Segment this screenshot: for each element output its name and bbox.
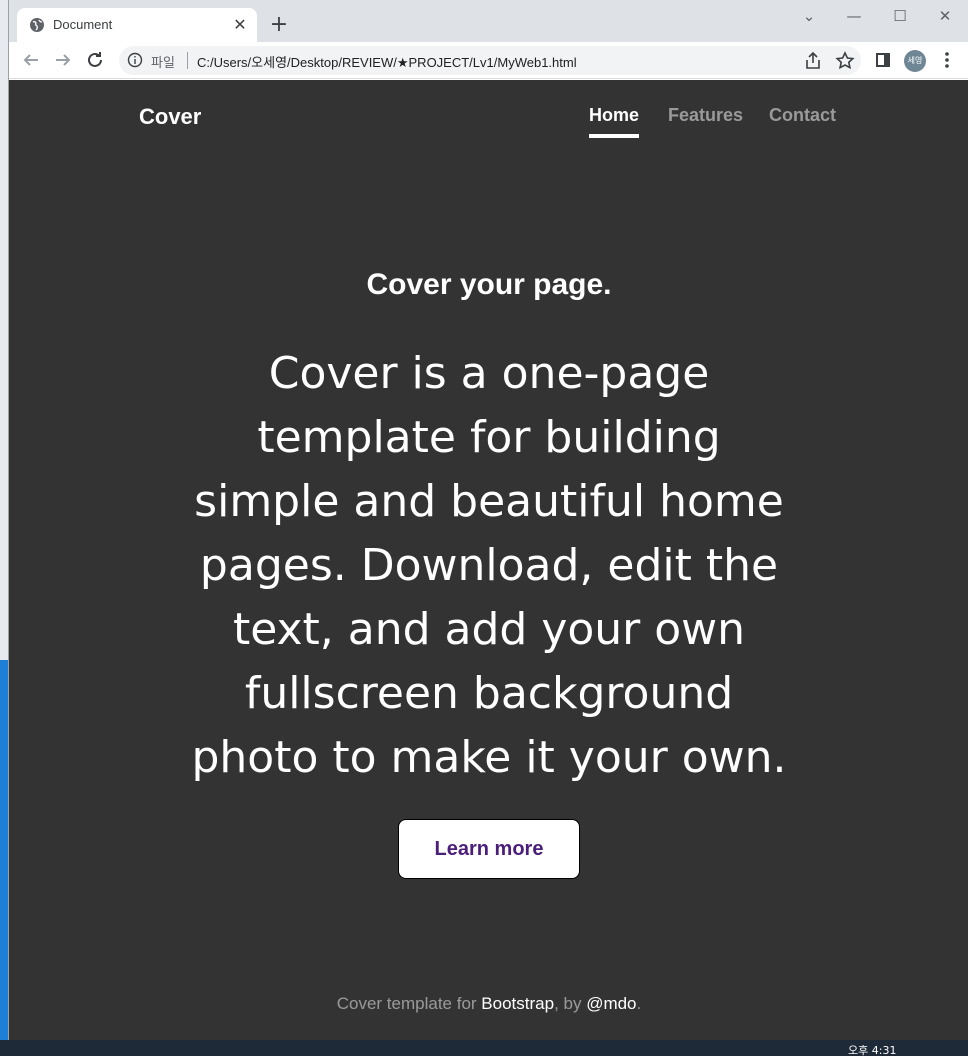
new-tab-button[interactable]: +	[267, 13, 291, 37]
side-panel-icon[interactable]	[871, 48, 895, 72]
back-icon[interactable]	[19, 48, 43, 72]
reload-icon[interactable]	[83, 48, 107, 72]
forward-icon[interactable]	[51, 48, 75, 72]
bootstrap-link[interactable]: Bootstrap	[481, 994, 554, 1013]
desktop-wallpaper	[0, 660, 8, 1040]
windows-taskbar: 오후 4:31	[0, 1040, 968, 1057]
minimize-button[interactable]: —	[834, 4, 874, 28]
browser-toolbar: 파일 C:/Users/오세영/Desktop/REVIEW/★PROJECT/…	[9, 42, 968, 79]
maximize-button[interactable]: ☐	[880, 4, 920, 28]
tab-document[interactable]: Document ✕	[17, 8, 257, 42]
close-tab-icon[interactable]: ✕	[231, 16, 249, 34]
share-icon[interactable]	[801, 49, 825, 73]
site-brand[interactable]: Cover	[139, 104, 201, 130]
address-divider	[187, 52, 188, 69]
menu-kebab-icon[interactable]	[935, 48, 959, 72]
learn-more-button[interactable]: Learn more	[398, 819, 580, 879]
footer-suffix: .	[636, 994, 642, 1013]
cover-page: Cover Home Features Contact Cover your p…	[9, 80, 968, 1040]
close-window-button[interactable]: ✕	[925, 4, 965, 28]
bookmark-star-icon[interactable]	[833, 49, 857, 73]
tab-title: Document	[53, 17, 113, 32]
url-text[interactable]: C:/Users/오세영/Desktop/REVIEW/★PROJECT/Lv1…	[197, 52, 577, 71]
tab-strip: Document ✕ + ⌄ — ☐ ✕	[9, 0, 968, 42]
address-bar[interactable]: 파일 C:/Users/오세영/Desktop/REVIEW/★PROJECT/…	[119, 46, 861, 75]
nav-home[interactable]: Home	[589, 105, 640, 138]
browser-window: Document ✕ + ⌄ — ☐ ✕ 파일 C:/Users/오세영/Des…	[8, 0, 968, 1040]
scheme-label: 파일	[151, 56, 175, 71]
tab-search-icon[interactable]: ⌄	[789, 4, 829, 28]
nav-features[interactable]: Features	[668, 105, 743, 126]
profile-avatar[interactable]: 세영	[904, 50, 926, 72]
globe-icon	[30, 18, 44, 32]
nav-contact[interactable]: Contact	[769, 105, 836, 126]
desktop-background	[0, 0, 8, 1040]
footer-middle: , by	[554, 994, 587, 1013]
mdo-link[interactable]: @mdo	[586, 994, 636, 1013]
hero-lead-text: Cover is a one-page template for buildin…	[191, 348, 787, 783]
info-icon[interactable]	[127, 52, 143, 68]
footer-prefix: Cover template for	[336, 994, 482, 1013]
page-footer: Cover template for Bootstrap, by @mdo.	[9, 994, 968, 1014]
hero-heading: Cover your page.	[366, 268, 612, 301]
